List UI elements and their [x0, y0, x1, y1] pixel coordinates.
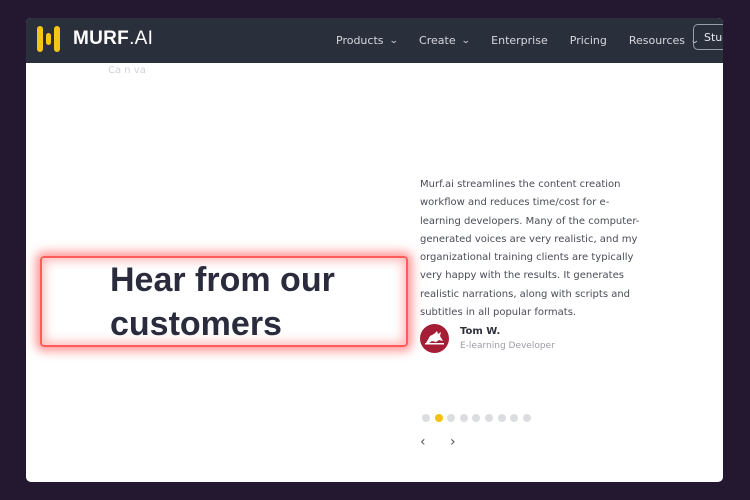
top-navbar: MURF.AI Products ⌄ Create ⌄ Enterprise Pri… — [26, 18, 723, 63]
carousel-dot[interactable] — [522, 414, 531, 422]
nav-enterprise-label: Enterprise — [491, 34, 548, 47]
testimonial-author: Tom W. E-learning Developer — [420, 324, 555, 353]
watermark-text: Ca n va — [108, 65, 146, 76]
nav-products[interactable]: Products ⌄ — [336, 34, 399, 47]
next-arrow-button[interactable]: › — [450, 434, 480, 450]
nav-pricing-label: Pricing — [569, 34, 607, 47]
carousel-dot[interactable] — [510, 414, 519, 422]
carousel-dot[interactable] — [459, 414, 468, 422]
chevron-down-icon: ⌄ — [388, 35, 399, 46]
nav-products-label: Products — [336, 34, 384, 47]
main-nav: Products ⌄ Create ⌄ Enterprise Pricing Res… — [336, 18, 721, 63]
nav-resources[interactable]: Resources ⌄ — [628, 34, 700, 47]
browser-page: MURF.AI Products ⌄ Create ⌄ Enterprise Pri… — [26, 18, 723, 482]
nav-create[interactable]: Create ⌄ — [419, 34, 471, 47]
carousel-arrows: ‹ › — [420, 434, 480, 450]
author-avatar — [420, 324, 449, 353]
carousel-dot[interactable] — [447, 414, 456, 422]
author-role: E-learning Developer — [460, 341, 555, 351]
carousel-dot[interactable] — [497, 414, 506, 422]
author-name: Tom W. — [460, 326, 501, 337]
nav-pricing[interactable]: Pricing — [570, 34, 607, 47]
fox-logo-icon — [425, 331, 444, 345]
murf-logo-icon — [37, 26, 63, 52]
nav-create-label: Create — [419, 34, 456, 47]
chevron-down-icon: ⌄ — [460, 35, 471, 46]
brand-name: MURF.AI — [73, 28, 154, 49]
carousel-dot-active[interactable] — [434, 414, 443, 422]
carousel-dot[interactable] — [472, 414, 481, 422]
nav-enterprise[interactable]: Enterprise — [491, 34, 548, 47]
carousel-dot[interactable] — [484, 414, 493, 422]
section-heading: Hear from our customers — [110, 261, 335, 343]
prev-arrow-button[interactable]: ‹ — [420, 434, 450, 450]
carousel-dot[interactable] — [422, 414, 430, 422]
testimonial-quote: Murf.ai streamlines the content creation… — [420, 179, 640, 319]
nav-resources-label: Resources — [628, 34, 686, 47]
murf-logo[interactable]: MURF.AI — [37, 26, 153, 52]
studio-button[interactable]: Studio — [693, 24, 723, 50]
carousel-dots — [422, 414, 535, 422]
